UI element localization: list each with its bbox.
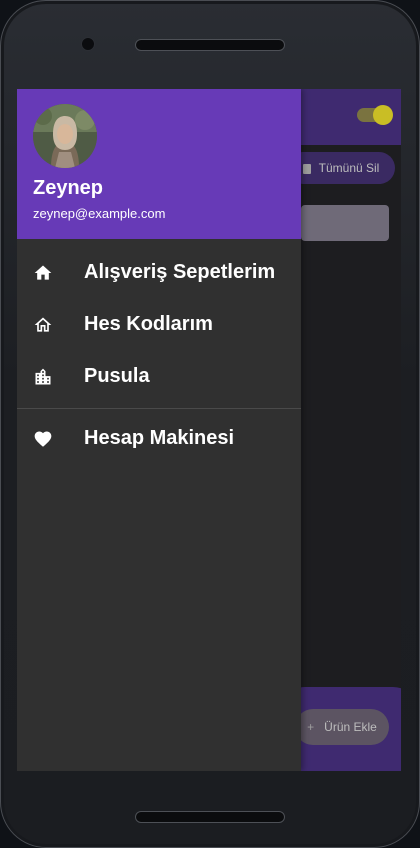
navigation-drawer: Zeynep zeynep@example.com Alışveriş Sepe… (17, 89, 301, 771)
menu-item-calculator[interactable]: Hesap Makinesi (17, 413, 301, 465)
phone-frame: Tümünü Sil + Ürün Ekle Zeynep zeynep@exa… (0, 0, 420, 848)
user-email: zeynep@example.com (33, 206, 166, 221)
menu-item-compass[interactable]: Pusula (17, 351, 301, 403)
menu-item-label: Alışveriş Sepetlerim (84, 261, 276, 283)
menu-item-hes-codes[interactable]: Hes Kodlarım (17, 299, 301, 351)
item-input[interactable] (301, 205, 389, 241)
menu-item-shopping-lists[interactable]: Alışveriş Sepetlerim (17, 247, 301, 299)
building-icon (35, 368, 51, 385)
delete-all-label: Tümünü Sil (318, 161, 380, 175)
menu-item-label: Pusula (84, 365, 150, 387)
heart-icon (34, 431, 52, 447)
bottom-speaker (135, 811, 285, 823)
home-outline-icon (34, 317, 52, 332)
delete-all-button[interactable]: Tümünü Sil (287, 152, 395, 184)
plus-icon: + (307, 720, 315, 734)
drawer-header: Zeynep zeynep@example.com (17, 89, 301, 239)
front-camera (81, 37, 95, 51)
top-speaker (135, 39, 285, 51)
user-name: Zeynep (33, 177, 104, 199)
add-product-label: Ürün Ekle (324, 720, 377, 734)
trash-icon (302, 163, 311, 174)
screen: Tümünü Sil + Ürün Ekle Zeynep zeynep@exa… (17, 89, 401, 771)
menu-item-label: Hesap Makinesi (84, 427, 235, 449)
theme-switch-thumb[interactable] (373, 105, 393, 125)
menu-item-label: Hes Kodlarım (84, 313, 213, 335)
add-product-button[interactable]: + Ürün Ekle (295, 709, 389, 745)
menu-divider (17, 408, 301, 409)
home-icon (34, 265, 52, 280)
avatar[interactable] (33, 104, 97, 168)
